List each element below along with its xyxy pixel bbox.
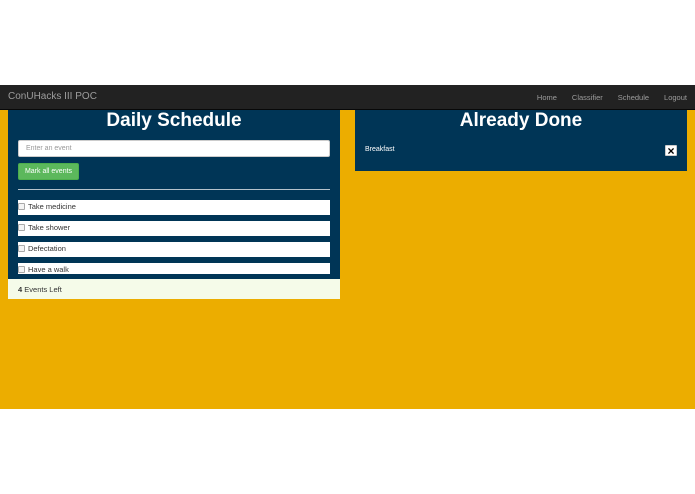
event-input[interactable] xyxy=(18,140,330,157)
todo-label: Have a walk xyxy=(28,265,69,274)
daily-schedule-title: Daily Schedule xyxy=(106,110,242,131)
navbar: ConUHacks III POC Home Classifier Schedu… xyxy=(0,85,695,110)
todo-checkbox[interactable] xyxy=(18,224,25,231)
already-done-panel: Already Done Breakfast xyxy=(355,110,687,171)
events-left-count: 4 xyxy=(18,285,23,294)
todo-checkbox[interactable] xyxy=(18,245,25,252)
events-left-footer: 4 Events Left xyxy=(8,279,340,299)
todo-item: Defectation xyxy=(18,242,330,257)
close-icon xyxy=(668,147,674,154)
todo-item: Take shower xyxy=(18,221,330,236)
todo-label: Defectation xyxy=(28,244,66,253)
todo-checkbox[interactable] xyxy=(18,203,25,210)
brand-link[interactable]: ConUHacks III POC xyxy=(8,91,97,102)
daily-schedule-panel: Daily Schedule Mark all events Take medi… xyxy=(8,110,340,283)
nav-classifier-link[interactable]: Classifier xyxy=(572,93,603,102)
nav-logout-link[interactable]: Logout xyxy=(664,93,687,102)
divider xyxy=(18,189,330,190)
events-left-label: Events Left xyxy=(24,285,62,294)
todo-label: Take medicine xyxy=(28,202,76,211)
nav-links: Home Classifier Schedule Logout xyxy=(522,93,687,102)
app-area: ConUHacks III POC Home Classifier Schedu… xyxy=(0,85,695,409)
remove-done-item-button[interactable] xyxy=(665,145,677,156)
todo-item: Have a walk xyxy=(18,263,330,274)
todo-checkbox[interactable] xyxy=(18,266,25,273)
todo-list: Take medicine Take shower Defectation Ha… xyxy=(18,200,330,280)
nav-home-link[interactable]: Home xyxy=(537,93,557,102)
page: ConUHacks III POC Home Classifier Schedu… xyxy=(0,0,695,494)
mark-all-events-button[interactable]: Mark all events xyxy=(18,163,79,180)
todo-item: Take medicine xyxy=(18,200,330,215)
nav-schedule-link[interactable]: Schedule xyxy=(618,93,649,102)
todo-label: Take shower xyxy=(28,223,71,232)
done-item-label: Breakfast xyxy=(365,146,395,153)
events-left-text: 4 Events Left xyxy=(18,285,62,294)
already-done-title: Already Done xyxy=(459,110,583,131)
